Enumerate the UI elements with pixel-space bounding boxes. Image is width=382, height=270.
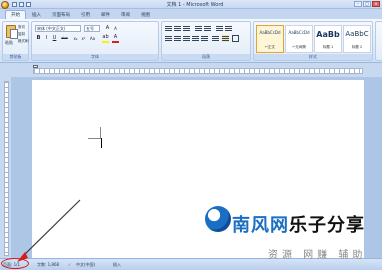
clipboard-group: 粘贴 剪切 复制 格式刷 剪贴板 <box>2 21 29 61</box>
line-spacing-icon[interactable] <box>212 35 219 42</box>
shrink-font-button[interactable]: A <box>112 25 119 32</box>
style-sample: AaBb <box>316 30 340 39</box>
tab-page-layout[interactable]: 页面布局 <box>47 11 75 19</box>
style-normal[interactable]: AaBbCcDd ↵正文 <box>256 25 284 53</box>
paragraph-group: 段落 <box>161 21 251 61</box>
style-name: 标题 2 <box>351 45 363 49</box>
underline-button[interactable]: U <box>51 35 58 42</box>
change-case-button[interactable]: Aa <box>89 35 96 42</box>
style-sample: AaBbC <box>345 30 369 38</box>
indent-marker[interactable] <box>33 65 38 68</box>
paste-icon[interactable] <box>6 25 18 39</box>
format-painter-button[interactable]: 格式刷 <box>18 39 29 44</box>
style-name: ↵无间隔 <box>292 45 306 49</box>
highlight-icon[interactable]: ab <box>102 34 109 41</box>
ribbon-tabs: 开始 插入 页面布局 引用 邮件 审阅 视图 <box>0 9 382 19</box>
highlight-color-swatch <box>102 41 109 43</box>
shading-icon[interactable] <box>222 35 229 42</box>
font-color-swatch <box>112 41 119 43</box>
minimize-button[interactable]: – <box>354 1 362 7</box>
style-name: 标题 1 <box>322 45 334 49</box>
distributed-icon[interactable] <box>201 35 208 42</box>
style-name: ↵正文 <box>265 45 275 49</box>
sort-icon[interactable] <box>216 25 223 32</box>
font-group: 宋体 (中文正文) 五号 A A B I U abe x₂ x² Aa ab A… <box>31 21 159 61</box>
maximize-button[interactable]: □ <box>363 1 371 7</box>
save-icon[interactable] <box>12 2 17 7</box>
ribbon: 粘贴 剪切 复制 格式刷 剪贴板 宋体 (中文正文) 五号 A A B I U … <box>0 19 382 63</box>
styles-group: AaBbCcDd ↵正文 AaBbCcDd ↵无间隔 AaBb 标题 1 AaB… <box>253 21 373 61</box>
justify-icon[interactable] <box>192 35 199 42</box>
horizontal-ruler[interactable] <box>0 63 382 77</box>
watermark-slogan: 乐子分享 <box>289 215 365 236</box>
window-title: 文档 1 - Microsoft Word <box>166 2 224 8</box>
show-marks-icon[interactable] <box>225 25 232 32</box>
numbering-icon[interactable] <box>174 25 181 32</box>
italic-button[interactable]: I <box>43 35 50 42</box>
tab-review[interactable]: 审阅 <box>116 11 135 19</box>
office-button[interactable] <box>1 1 9 9</box>
margin-corner-mark <box>88 138 100 139</box>
horizontal-ruler-scale <box>33 68 363 74</box>
bullets-icon[interactable] <box>165 25 172 32</box>
watermark-logo-icon <box>205 206 231 232</box>
annotation-arrow <box>17 199 81 262</box>
font-color-icon[interactable]: A <box>112 34 119 41</box>
quick-access-toolbar <box>12 1 31 8</box>
tab-mailings[interactable]: 邮件 <box>96 11 115 19</box>
copy-button[interactable]: 复制 <box>18 32 25 37</box>
watermark-text: 南风网乐子分享 <box>232 211 365 237</box>
style-heading-1[interactable]: AaBb 标题 1 <box>314 25 342 53</box>
style-sample: AaBbCcDd <box>259 30 281 35</box>
style-heading-2[interactable]: AaBbC 标题 2 <box>343 25 371 53</box>
multilevel-list-icon[interactable] <box>183 25 190 32</box>
font-size-select[interactable]: 五号 <box>84 25 100 32</box>
tab-home[interactable]: 开始 <box>5 10 26 19</box>
close-button[interactable]: × <box>372 1 380 7</box>
borders-icon[interactable] <box>232 35 239 42</box>
strikethrough-button[interactable]: abe <box>61 35 68 42</box>
undo-icon[interactable] <box>19 2 24 7</box>
window-controls: – □ × <box>354 1 380 7</box>
align-center-icon[interactable] <box>174 35 181 42</box>
font-name-select[interactable]: 宋体 (中文正文) <box>35 25 81 32</box>
tab-insert[interactable]: 插入 <box>27 11 46 19</box>
decrease-indent-icon[interactable] <box>195 25 202 32</box>
style-sample: AaBbCcDd <box>288 30 310 35</box>
editing-group <box>375 21 382 61</box>
subscript-button[interactable]: x₂ <box>72 35 79 42</box>
cut-button[interactable]: 剪切 <box>18 25 25 30</box>
tab-references[interactable]: 引用 <box>76 11 95 19</box>
align-right-icon[interactable] <box>183 35 190 42</box>
styles-group-label: 样式 <box>254 54 372 60</box>
status-insert-mode[interactable]: 插入 <box>113 262 121 268</box>
redo-icon[interactable] <box>26 2 31 7</box>
superscript-button[interactable]: x² <box>80 35 87 42</box>
watermark-brand: 南风网 <box>232 215 289 236</box>
tab-view[interactable]: 视图 <box>136 11 155 19</box>
grow-font-button[interactable]: A <box>104 25 111 32</box>
clipboard-group-label: 剪贴板 <box>3 54 28 60</box>
font-group-label: 字体 <box>32 54 158 60</box>
ruler-ticks <box>34 69 362 73</box>
bold-button[interactable]: B <box>35 35 42 42</box>
text-cursor <box>101 138 102 148</box>
style-no-spacing[interactable]: AaBbCcDd ↵无间隔 <box>285 25 313 53</box>
watermark-subtitle: 资源 网赚 辅助 <box>268 250 367 261</box>
paste-button-label[interactable]: 粘贴 <box>5 40 13 46</box>
align-left-icon[interactable] <box>165 35 172 42</box>
paragraph-group-label: 段落 <box>162 54 250 60</box>
increase-indent-icon[interactable] <box>204 25 211 32</box>
